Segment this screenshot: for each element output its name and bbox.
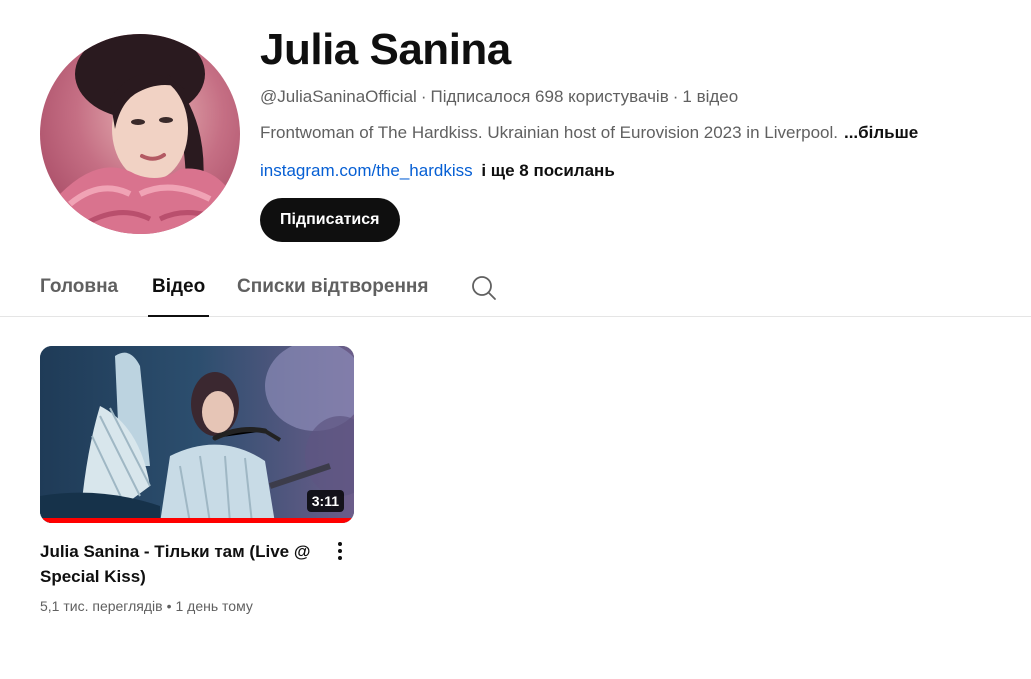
video-title[interactable]: Julia Sanina - Тільки там (Live @ Specia… bbox=[40, 539, 320, 589]
description-text: Frontwoman of The Hardkiss. Ukrainian ho… bbox=[260, 123, 838, 142]
video-info: Julia Sanina - Тільки там (Live @ Specia… bbox=[40, 539, 354, 616]
subscriber-count: Підписалося 698 користувачів bbox=[430, 87, 669, 106]
search-icon[interactable] bbox=[471, 275, 497, 306]
more-actions-icon[interactable] bbox=[328, 537, 352, 565]
video-card[interactable]: 3:11 Julia Sanina - Тільки там (Live @ S… bbox=[40, 346, 354, 616]
channel-tabs: Головна Відео Списки відтворення bbox=[0, 268, 1031, 317]
avatar[interactable] bbox=[40, 34, 240, 234]
channel-description[interactable]: Frontwoman of The Hardkiss. Ukrainian ho… bbox=[260, 122, 918, 144]
instagram-link[interactable]: instagram.com/the_hardkiss bbox=[260, 161, 473, 180]
separator: · bbox=[672, 87, 679, 106]
separator: • bbox=[166, 598, 172, 614]
kebab-dot bbox=[338, 556, 342, 560]
more-description-button[interactable]: ...більше bbox=[844, 123, 918, 142]
kebab-dot bbox=[338, 542, 342, 546]
channel-page: Julia Sanina @JuliaSaninaOfficial · Підпис… bbox=[0, 0, 1031, 679]
tab-playlists[interactable]: Списки відтворення bbox=[237, 276, 428, 316]
watch-progress bbox=[40, 518, 354, 523]
tab-home[interactable]: Головна bbox=[40, 276, 118, 316]
watch-progress-fill bbox=[40, 518, 354, 523]
tab-videos[interactable]: Відео bbox=[147, 276, 210, 317]
video-meta: 5,1 тис. переглядів • 1 день тому bbox=[40, 596, 354, 616]
kebab-dot bbox=[338, 549, 342, 553]
channel-stats: @JuliaSaninaOfficial · Підписалося 698 кор… bbox=[260, 86, 918, 108]
upload-age: 1 день тому bbox=[175, 598, 253, 614]
video-duration: 3:11 bbox=[306, 490, 344, 512]
channel-handle[interactable]: @JuliaSaninaOfficial bbox=[260, 87, 417, 106]
channel-title: Julia Sanina bbox=[260, 25, 511, 74]
channel-links: instagram.com/the_hardkiss і ще 8 посила… bbox=[260, 160, 918, 182]
view-count: 5,1 тис. переглядів bbox=[40, 598, 163, 614]
more-links-button[interactable]: і ще 8 посилань bbox=[481, 161, 614, 180]
avatar-portrait bbox=[40, 34, 240, 234]
subscribe-button[interactable]: Підписатися bbox=[260, 198, 400, 242]
channel-header: Julia Sanina @JuliaSaninaOfficial · Підпис… bbox=[40, 28, 918, 242]
video-count: 1 відео bbox=[682, 87, 739, 106]
channel-meta: Julia Sanina @JuliaSaninaOfficial · Підпис… bbox=[260, 28, 918, 242]
separator: · bbox=[420, 87, 427, 106]
video-thumbnail[interactable]: 3:11 bbox=[40, 346, 354, 523]
